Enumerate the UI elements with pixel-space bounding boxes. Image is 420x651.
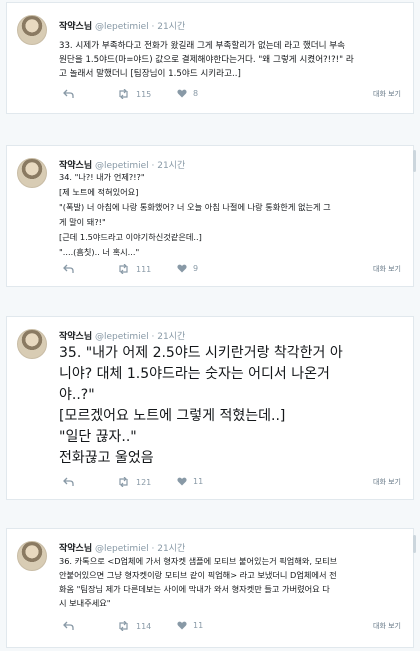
tweet-line: [제 노트에 적혀있어요] (59, 187, 139, 197)
tweet-header: 작약스님 @lepetimiel · 21시간 (59, 329, 185, 342)
tweet-line: 니야? 대체 1.5야드라는 숫자는 어디서 나온거 (59, 366, 330, 382)
retweet-button[interactable]: 121 (117, 477, 151, 487)
tweet-line: 시 보내주세요" (59, 598, 111, 608)
tweet-line: 고 놀래서 말했더니 [팀장님이 1.5야드 시키라고..] (59, 69, 241, 79)
heart-icon (177, 621, 187, 630)
tweet-line: 36. 카톡으로 <D업체에 가서 형자켓 샘플에 모티브 붙어있는거 픽업해와… (59, 556, 338, 566)
scrollbar[interactable] (413, 535, 416, 553)
reply-button[interactable] (63, 264, 74, 274)
like-count: 8 (193, 89, 199, 98)
tweet-line: 야..?" (59, 387, 95, 403)
tweet-line: "일단 끊자.." (59, 429, 137, 445)
tweet-line: "....(흠칫).. 너 혹시..." (59, 247, 140, 257)
tweet-line: "(폭발) 너 아침에 나랑 통화했어? 너 오늘 아침 나절에 나랑 통화한게… (59, 202, 331, 212)
tweet-text: 33. 시제가 부족하다고 전화가 왔길래 그게 부족할리가 없는데 라고 했더… (59, 39, 403, 81)
tweet-card[interactable]: 작약스님 @lepetimiel · 21시간 36. 카톡으로 <D업체에 가… (6, 528, 414, 648)
heart-icon (177, 477, 187, 486)
avatar[interactable] (17, 15, 47, 45)
view-conversation-link[interactable]: 대화 보기 (373, 89, 401, 99)
scrollbar[interactable] (413, 150, 416, 172)
like-button[interactable]: 11 (177, 477, 203, 486)
reply-icon (63, 89, 74, 98)
reply-button[interactable] (63, 621, 74, 631)
tweet-line: 원단을 1.5야드(마=야드) 값으로 결제해야한다는거다. "왜 그렇게 시켰… (59, 55, 354, 65)
tweet-line: 34. "나?! 내가 언제?!?" (59, 172, 145, 182)
reply-button[interactable] (63, 477, 74, 487)
retweet-count: 111 (136, 264, 152, 274)
retweet-count: 121 (136, 477, 152, 487)
view-conversation-link[interactable]: 대화 보기 (373, 477, 401, 487)
retweet-icon (119, 621, 128, 631)
tweet-time[interactable]: · 21시간 (152, 544, 186, 554)
avatar[interactable] (17, 329, 47, 359)
avatar[interactable] (17, 541, 47, 571)
author-handle[interactable]: @lepetimiel (95, 544, 149, 554)
tweet-actions: 121 11 대화 보기 (59, 477, 403, 493)
tweet-header: 작약스님 @lepetimiel · 21시간 (59, 19, 185, 32)
view-conversation-link[interactable]: 대화 보기 (373, 264, 401, 274)
retweet-icon (119, 89, 128, 99)
tweet-actions: 115 8 대화 보기 (59, 89, 403, 105)
tweet-time[interactable]: · 21시간 (152, 332, 186, 342)
tweet-line: 35. "내가 어제 2.5야드 시키란거랑 착각한거 아 (59, 345, 343, 361)
tweet-line: 안붙어있으면 그냥 형자켓이랑 모티브 같이 픽업해> 라고 보냈더니 D업체에… (59, 570, 337, 580)
reply-icon (63, 477, 74, 486)
like-count: 11 (193, 477, 204, 486)
tweet-text: 35. "내가 어제 2.5야드 시키란거랑 착각한거 아 니야? 대체 1.5… (59, 343, 403, 469)
retweet-icon (119, 264, 128, 274)
tweet-text: 36. 카톡으로 <D업체에 가서 형자켓 샘플에 모티브 붙어있는거 픽업해와… (59, 554, 403, 610)
view-conversation-link[interactable]: 대화 보기 (373, 621, 401, 631)
tweet-line: 전화끊고 울었음 (59, 450, 154, 466)
reply-icon (63, 621, 74, 630)
tweet-text: 34. "나?! 내가 언제?!?" [제 노트에 적혀있어요] "(폭발) 너… (59, 170, 403, 260)
retweet-button[interactable]: 111 (117, 264, 151, 274)
like-button[interactable]: 11 (177, 621, 203, 630)
tweet-line: 33. 시제가 부족하다고 전화가 왔길래 그게 부족할리가 없는데 라고 했더… (59, 41, 346, 51)
like-count: 11 (193, 621, 204, 630)
retweet-button[interactable]: 115 (117, 89, 151, 99)
like-button[interactable]: 9 (177, 264, 198, 273)
author-handle[interactable]: @lepetimiel (95, 22, 149, 32)
tweet-line: [근데 1.5야드라고 이야기하신것같은데..] (59, 232, 202, 242)
retweet-count: 115 (136, 89, 152, 99)
reply-icon (63, 264, 74, 273)
reply-button[interactable] (63, 89, 74, 99)
retweet-count: 114 (136, 621, 152, 631)
like-count: 9 (193, 264, 199, 273)
avatar[interactable] (17, 158, 47, 188)
tweet-card[interactable]: 작약스님 @lepetimiel · 21시간 33. 시제가 부족하다고 전화… (6, 2, 414, 114)
tweet-line: [모르겠어요 노트에 그렇게 적혔는데..] (59, 408, 286, 424)
heart-icon (177, 89, 187, 98)
author-handle[interactable]: @lepetimiel (95, 332, 149, 342)
tweet-card[interactable]: 작약스님 @lepetimiel · 21시간 35. "내가 어제 2.5야드… (6, 316, 414, 500)
tweet-line: 화옴 "팀장님 제가 다른데보는 사이에 막내가 와서 형자켓만 들고 가버렸어… (59, 584, 330, 594)
tweet-card[interactable]: 작약스님 @lepetimiel · 21시간 34. "나?! 내가 언제?!… (6, 145, 414, 287)
tweet-actions: 111 9 대화 보기 (59, 264, 403, 280)
tweet-line: 게 말이 돼?!" (59, 217, 106, 227)
heart-icon (177, 264, 187, 273)
tweet-time[interactable]: · 21시간 (152, 22, 186, 32)
author-name[interactable]: 작약스님 (59, 22, 92, 32)
tweet-header: 작약스님 @lepetimiel · 21시간 (59, 541, 185, 554)
retweet-button[interactable]: 114 (117, 621, 151, 631)
tweet-actions: 114 11 대화 보기 (59, 621, 403, 637)
retweet-icon (119, 477, 128, 487)
author-name[interactable]: 작약스님 (59, 332, 92, 342)
like-button[interactable]: 8 (177, 89, 198, 98)
author-name[interactable]: 작약스님 (59, 544, 92, 554)
